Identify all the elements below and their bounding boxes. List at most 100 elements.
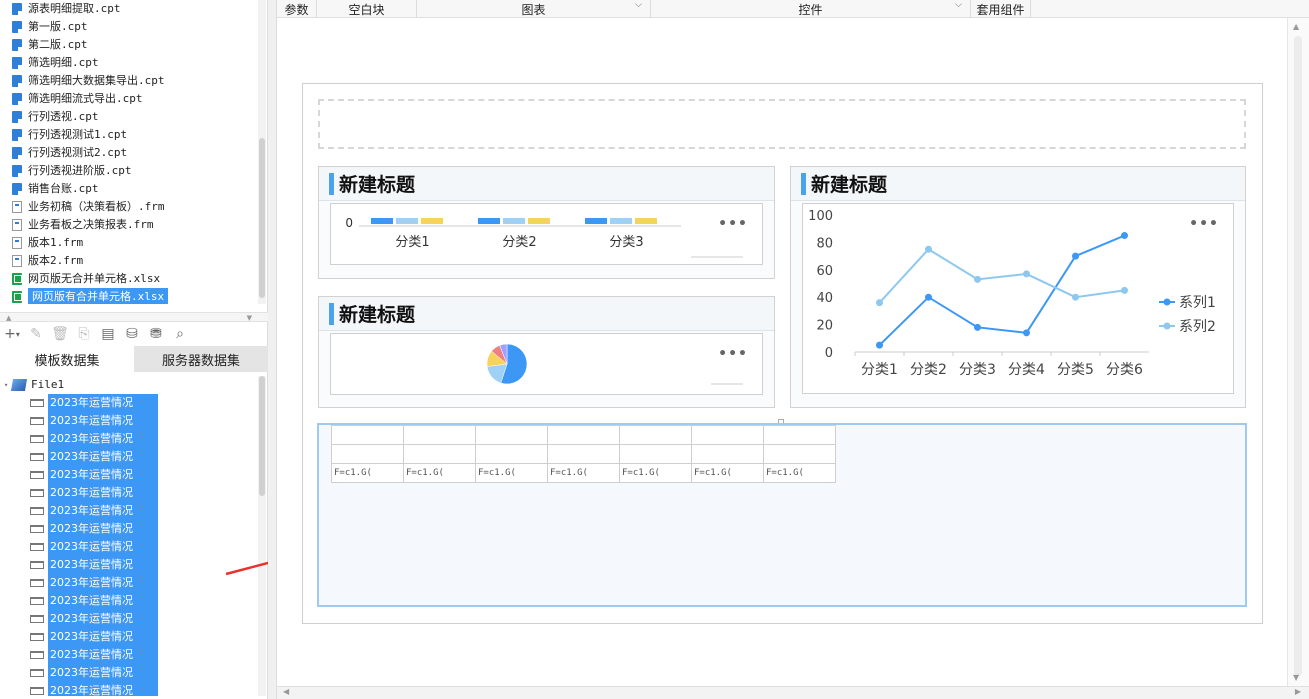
table-icon <box>30 669 44 677</box>
dataset-tabs: 模板数据集 服务器数据集 <box>0 346 268 372</box>
tree-item[interactable]: 2023年运营情况 <box>0 520 258 538</box>
bar-chart-widget[interactable]: 新建标题 0 分类1 分类2 分类3 ••• <box>318 166 775 279</box>
report-cell[interactable]: F=c1.G( <box>403 463 476 483</box>
bar <box>610 218 632 224</box>
tree-item[interactable]: 2023年运营情况 <box>0 502 258 520</box>
template-widget-button[interactable]: 套用组件 <box>971 0 1031 18</box>
tree-item[interactable]: 2023年运营情况 <box>0 646 258 664</box>
tree-item[interactable]: 2023年运营情况 <box>0 664 258 682</box>
scroll-down-icon[interactable]: ▼ <box>1293 673 1299 682</box>
file-item[interactable]: 销售台账.cpt <box>0 180 256 198</box>
report-block[interactable]: F=c1.G(F=c1.G(F=c1.G(F=c1.G(F=c1.G(F=c1.… <box>317 423 1247 607</box>
chart-dropdown[interactable]: 图表 ⌵ <box>417 0 651 18</box>
database-link-icon[interactable]: ⛃ <box>146 324 166 344</box>
file-item[interactable]: 网页版有合并单元格.xlsx <box>0 288 256 304</box>
report-cell[interactable]: F=c1.G( <box>691 463 764 483</box>
file-item[interactable]: 网页版无合并单元格.xlsx <box>0 270 256 288</box>
tree-item-label: 2023年运营情况 <box>48 610 158 628</box>
tree-item[interactable]: 2023年运营情况 <box>0 556 258 574</box>
file-item[interactable]: 版本2.frm <box>0 252 256 270</box>
file-list-scrollbar[interactable] <box>258 0 266 304</box>
tree-item[interactable]: 2023年运营情况 <box>0 430 258 448</box>
pie-chart-widget[interactable]: 新建标题 ••• <box>318 296 775 408</box>
canvas-horizontal-scrollbar[interactable]: ◀ ▶ <box>277 686 1309 699</box>
report-cell[interactable]: F=c1.G( <box>763 463 836 483</box>
file-item[interactable]: 业务看板之决策报表.frm <box>0 216 256 234</box>
chart-area: ••• <box>330 333 763 395</box>
scrollbar-thumb[interactable] <box>1294 36 1302 676</box>
file-item[interactable]: 业务初稿（决策看板）.frm <box>0 198 256 216</box>
report-file-icon <box>12 165 22 177</box>
line-chart-widget[interactable]: 新建标题 0 20 40 60 80 100 分类1 分类2 分类3 分类4 分类5 分类6 系列1 系列… <box>790 166 1246 408</box>
tree-item[interactable]: 2023年运营情况 <box>0 682 258 696</box>
report-cell[interactable]: F=c1.G( <box>475 463 548 483</box>
tree-item[interactable]: 2023年运营情况 <box>0 466 258 484</box>
tree-item[interactable]: 2023年运营情况 <box>0 610 258 628</box>
preview-icon[interactable]: ⎘ <box>74 324 94 344</box>
file-item[interactable]: 筛选明细.cpt <box>0 54 256 72</box>
search-icon[interactable]: ⌕ <box>170 324 190 344</box>
tree-item[interactable]: 2023年运营情况 <box>0 592 258 610</box>
report-grid: F=c1.G(F=c1.G(F=c1.G(F=c1.G(F=c1.G(F=c1.… <box>331 425 836 483</box>
delete-icon[interactable]: 🗑 <box>50 324 70 344</box>
bar <box>478 218 500 224</box>
panel-splitter[interactable]: ▲ ▼ <box>0 312 268 322</box>
more-options-icon[interactable]: ••• <box>718 346 748 362</box>
edit-icon[interactable]: ✎ <box>26 324 46 344</box>
dataset-icon[interactable]: ▤ <box>98 324 118 344</box>
bar <box>503 218 525 224</box>
scroll-up-icon[interactable]: ▲ <box>1293 22 1299 31</box>
file-item[interactable]: 行列透视.cpt <box>0 108 256 126</box>
tree-item[interactable]: 2023年运营情况 <box>0 412 258 430</box>
title-accent <box>329 302 334 325</box>
tree-item[interactable]: 2023年运营情况 <box>0 394 258 412</box>
scroll-right-icon[interactable]: ▶ <box>1295 687 1301 696</box>
collapse-down-icon[interactable]: ▼ <box>247 314 252 322</box>
tree-item[interactable]: 2023年运营情况 <box>0 538 258 556</box>
file-item[interactable]: 筛选明细流式导出.cpt <box>0 90 256 108</box>
file-item[interactable]: 行列透视测试1.cpt <box>0 126 256 144</box>
more-options-icon[interactable]: ••• <box>718 216 748 232</box>
more-options-icon[interactable]: ••• <box>1189 216 1219 232</box>
file-item[interactable]: 行列透视测试2.cpt <box>0 144 256 162</box>
tab-server-dataset[interactable]: 服务器数据集 <box>134 346 268 372</box>
file-item[interactable]: 筛选明细大数据集导出.cpt <box>0 72 256 90</box>
report-cell[interactable]: F=c1.G( <box>331 463 404 483</box>
file-name: 业务看板之决策报表.frm <box>28 218 154 231</box>
scroll-left-icon[interactable]: ◀ <box>283 687 289 696</box>
report-file-icon <box>12 39 22 51</box>
tree-item[interactable]: 2023年运营情况 <box>0 448 258 466</box>
report-file-icon <box>12 57 22 69</box>
table-icon <box>30 435 44 443</box>
data-point <box>1023 329 1030 337</box>
add-icon[interactable]: + ▾ <box>2 324 22 344</box>
report-cell[interactable]: F=c1.G( <box>547 463 620 483</box>
params-button[interactable]: 参数 <box>277 0 317 18</box>
file-item[interactable]: 第一版.cpt <box>0 18 256 36</box>
pie-chart <box>486 343 743 385</box>
widget-dropdown[interactable]: 控件 ⌵ <box>651 0 971 18</box>
blank-title-block[interactable] <box>318 99 1246 149</box>
tab-template-dataset[interactable]: 模板数据集 <box>0 346 134 372</box>
excel-file-icon <box>12 291 22 303</box>
tree-item[interactable]: 2023年运营情况 <box>0 484 258 502</box>
file-item[interactable]: 版本1.frm <box>0 234 256 252</box>
blank-block-button[interactable]: 空白块 <box>317 0 417 18</box>
canvas-vertical-scrollbar[interactable]: ▲ ▼ <box>1287 18 1309 686</box>
file-item[interactable]: 行列透视进阶版.cpt <box>0 162 256 180</box>
collapse-up-icon[interactable]: ▲ <box>6 314 11 322</box>
file-item[interactable]: 源表明细提取.cpt <box>0 0 256 18</box>
file-item[interactable]: 第二版.cpt <box>0 36 256 54</box>
tree-scrollbar[interactable] <box>258 376 266 696</box>
tree-root[interactable]: ▾ File1 <box>0 376 258 394</box>
database-icon[interactable]: ⛁ <box>122 324 142 344</box>
tree-item[interactable]: 2023年运营情况 <box>0 574 258 592</box>
expand-icon[interactable]: ▾ <box>4 376 12 394</box>
report-cell[interactable]: F=c1.G( <box>619 463 692 483</box>
tree-item[interactable]: 2023年运营情况 <box>0 628 258 646</box>
report-file-icon <box>12 147 22 159</box>
scrollbar-thumb[interactable] <box>259 376 265 496</box>
report-file-icon <box>12 93 22 105</box>
scrollbar-thumb[interactable] <box>259 138 265 298</box>
tree-item-label: 2023年运营情况 <box>48 394 158 412</box>
